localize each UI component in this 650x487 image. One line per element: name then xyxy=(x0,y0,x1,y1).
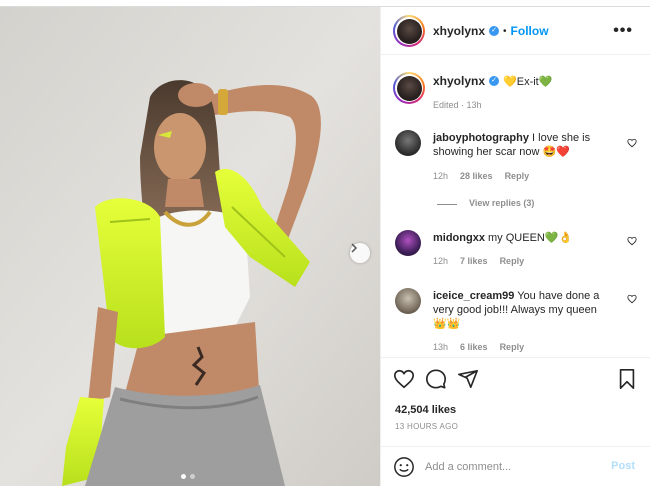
comment-body: midongxx my QUEEN💚👌 xyxy=(433,231,613,245)
emoji-icon[interactable] xyxy=(393,456,415,478)
instagram-post: xhyolynx ✓ • Follow ••• xhyolynx ✓ 💛Ex-i… xyxy=(0,0,650,486)
comment-avatar[interactable] xyxy=(395,230,421,256)
comment-likes[interactable]: 7 likes xyxy=(460,256,488,266)
comment-icon[interactable] xyxy=(425,368,447,390)
author-avatar[interactable] xyxy=(393,15,425,47)
reply-button[interactable]: Reply xyxy=(500,256,525,266)
comment-meta: 12h 28 likes Reply xyxy=(433,171,529,181)
photo-illustration xyxy=(0,7,380,486)
header-separator: • xyxy=(503,25,507,37)
comment-heart-icon[interactable] xyxy=(627,138,637,148)
follow-button[interactable]: Follow xyxy=(511,24,549,38)
heart-icon[interactable] xyxy=(393,368,415,390)
caption-edited: Edited · 13h xyxy=(433,100,482,110)
caption-avatar[interactable] xyxy=(393,72,425,104)
caption-text: 💛Ex-it💚 xyxy=(503,75,553,88)
comment-avatar[interactable] xyxy=(395,130,421,156)
caption-row: xhyolynx ✓ 💛Ex-it💚 xyxy=(433,74,552,88)
comment-username[interactable]: midongxx xyxy=(433,232,485,244)
replies-divider xyxy=(437,204,457,205)
bookmark-icon[interactable] xyxy=(617,368,637,390)
comment-likes[interactable]: 6 likes xyxy=(460,342,488,352)
next-arrow-icon xyxy=(351,243,358,253)
post-time: 13 HOURS AGO xyxy=(395,422,459,431)
comment-username[interactable]: jaboyphotography xyxy=(433,132,529,144)
carousel-dot-active xyxy=(181,474,186,479)
add-comment-bar: Post xyxy=(381,446,650,486)
comment-time[interactable]: 12h xyxy=(433,171,448,181)
header-user-row: xhyolynx ✓ • Follow xyxy=(433,24,549,38)
reply-button[interactable]: Reply xyxy=(505,171,530,181)
next-photo-button[interactable] xyxy=(350,243,370,263)
verified-icon: ✓ xyxy=(489,76,500,86)
comment-body: iceice_cream99 You have done a very good… xyxy=(433,289,613,331)
caption-username[interactable]: xhyolynx xyxy=(433,74,485,88)
comment-text: my QUEEN💚👌 xyxy=(488,232,573,244)
verified-icon: ✓ xyxy=(489,26,500,36)
comment-time[interactable]: 13h xyxy=(433,342,448,352)
comment-meta: 12h 7 likes Reply xyxy=(433,256,524,266)
share-icon[interactable] xyxy=(457,368,479,390)
more-options-icon[interactable]: ••• xyxy=(613,22,633,40)
comment-heart-icon[interactable] xyxy=(627,236,637,246)
post-photo[interactable] xyxy=(0,7,380,486)
comment-input[interactable] xyxy=(425,458,605,476)
reply-button[interactable]: Reply xyxy=(500,342,525,352)
comment-time[interactable]: 12h xyxy=(433,256,448,266)
post-header: xhyolynx ✓ • Follow ••• xyxy=(381,7,650,55)
post-actions: 42,504 likes 13 HOURS AGO Post xyxy=(381,357,650,487)
comment-heart-icon[interactable] xyxy=(627,294,637,304)
likes-count[interactable]: 42,504 likes xyxy=(395,404,456,416)
post-sidebar: xhyolynx ✓ • Follow ••• xhyolynx ✓ 💛Ex-i… xyxy=(380,7,650,486)
comment-body: jaboyphotography I love she is showing h… xyxy=(433,131,613,159)
carousel-dots xyxy=(181,474,195,479)
comments-list[interactable]: xhyolynx ✓ 💛Ex-it💚 Edited · 13h jaboypho… xyxy=(381,56,650,356)
view-replies-button[interactable]: View replies (3) xyxy=(469,198,534,208)
comment-likes[interactable]: 28 likes xyxy=(460,171,493,181)
comment-username[interactable]: iceice_cream99 xyxy=(433,290,514,302)
comment-meta: 13h 6 likes Reply xyxy=(433,342,524,352)
post-comment-button[interactable]: Post xyxy=(611,460,635,472)
author-username[interactable]: xhyolynx xyxy=(433,24,485,38)
carousel-dot xyxy=(190,474,195,479)
comment-avatar[interactable] xyxy=(395,288,421,314)
